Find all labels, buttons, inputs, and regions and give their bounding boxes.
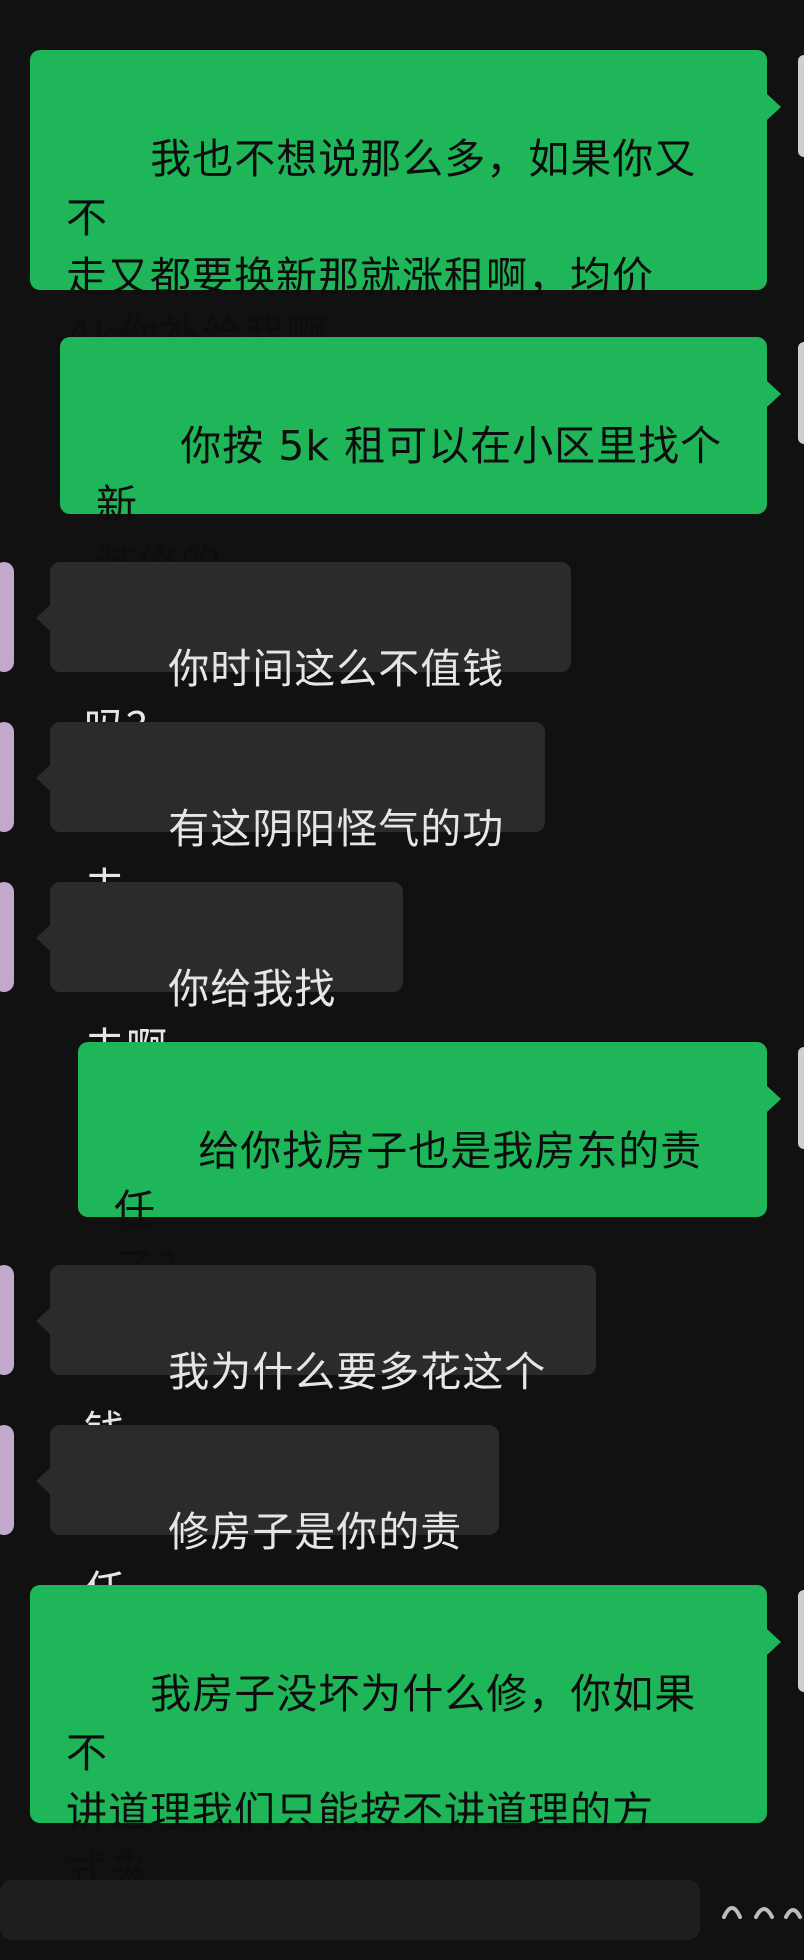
bubble-tail bbox=[767, 1086, 781, 1112]
bubble-tail bbox=[36, 1468, 50, 1494]
bubble-tail bbox=[767, 381, 781, 407]
bubble-tail bbox=[36, 925, 50, 951]
my-avatar[interactable] bbox=[798, 1047, 804, 1149]
my-avatar[interactable] bbox=[798, 1590, 804, 1692]
bubble-tail bbox=[36, 1308, 50, 1334]
message-bubble[interactable]: 你时间这么不值钱吗？ bbox=[50, 562, 571, 752]
message-bubble[interactable]: 给你找房子也是我房东的责任 了？ bbox=[78, 1042, 767, 1293]
message-bubble[interactable]: 我也不想说那么多，如果你又不 走又都要换新那就涨租啊，均价 4k你补给我啊 bbox=[30, 50, 767, 360]
contact-avatar[interactable] bbox=[0, 562, 14, 672]
message-text: 我房子没坏为什么修，你如果不 讲道理我们只能按不讲道理的方 式来 bbox=[66, 1670, 697, 1895]
bubble-tail bbox=[36, 765, 50, 791]
chat-message-list: 我也不想说那么多，如果你又不 走又都要换新那就涨租啊，均价 4k你补给我啊 你按… bbox=[0, 0, 804, 1920]
contact-avatar[interactable] bbox=[0, 722, 14, 832]
voice-wave-icon-svg bbox=[722, 1906, 802, 1919]
voice-wave-icon[interactable] bbox=[718, 1895, 804, 1920]
message-text: 我也不想说那么多，如果你又不 走又都要换新那就涨租啊，均价 4k你补给我啊 bbox=[66, 135, 697, 360]
message-bubble[interactable]: 我为什么要多花这个钱 bbox=[50, 1265, 596, 1455]
bubble-tail bbox=[767, 1629, 781, 1655]
message-bubble[interactable]: 你给我找去啊 bbox=[50, 882, 403, 1072]
contact-avatar[interactable] bbox=[0, 1265, 14, 1375]
my-avatar[interactable] bbox=[798, 342, 804, 444]
message-input-bar[interactable] bbox=[0, 1880, 700, 1940]
my-avatar[interactable] bbox=[798, 55, 804, 157]
bubble-tail bbox=[36, 605, 50, 631]
bubble-tail bbox=[767, 94, 781, 120]
contact-avatar[interactable] bbox=[0, 1425, 14, 1535]
message-bubble[interactable]: 修房子是你的责任 bbox=[50, 1425, 499, 1615]
message-bubble[interactable]: 有这阴阳怪气的功夫 bbox=[50, 722, 545, 912]
message-bubble[interactable]: 你按 5k 租可以在小区里找个新 装修的 bbox=[60, 337, 767, 588]
message-bubble[interactable]: 我房子没坏为什么修，你如果不 讲道理我们只能按不讲道理的方 式来 bbox=[30, 1585, 767, 1895]
contact-avatar[interactable] bbox=[0, 882, 14, 992]
